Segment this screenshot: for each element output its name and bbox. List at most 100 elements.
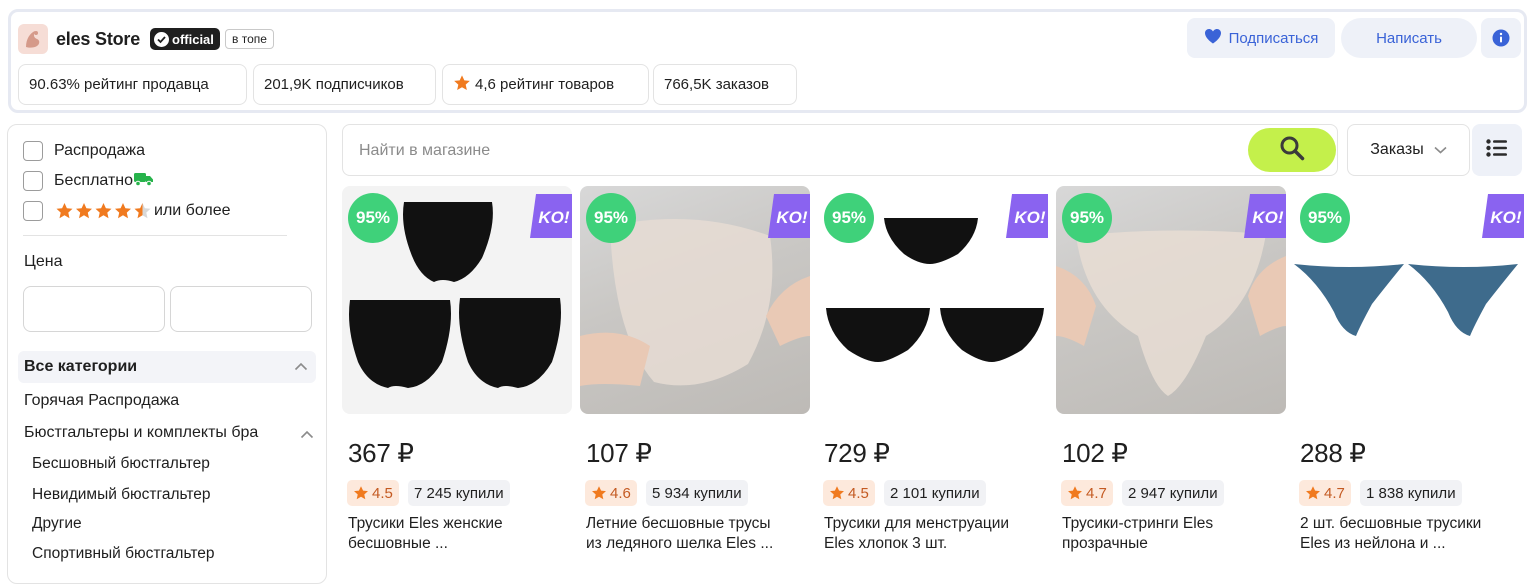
stat-seller-rating: 90.63% рейтинг продавца: [18, 64, 247, 105]
product-title-line: Трусики-стринги Eles: [1062, 515, 1214, 532]
product-card[interactable]: 95% KO! 367 ₽ 4.5 7 245 купили Трусики E…: [342, 186, 572, 566]
star-icon: [592, 486, 606, 500]
divider: [23, 235, 287, 236]
search-button[interactable]: [1248, 128, 1336, 172]
stat-text: 766,5K заказов: [664, 76, 770, 93]
heart-icon: [1204, 28, 1222, 48]
info-icon[interactable]: [1481, 18, 1521, 58]
promo-ko-text: KO!: [1014, 208, 1046, 227]
subscribe-label: Подписаться: [1228, 29, 1319, 47]
promo-ko-icon: KO!: [1006, 194, 1048, 238]
star-icon: [1306, 486, 1320, 500]
sort-dropdown[interactable]: Заказы: [1347, 124, 1470, 176]
product-title-line: из ледяного шелка Eles ...: [586, 535, 774, 552]
category-hot-sale[interactable]: Горячая Распродажа: [24, 392, 179, 410]
search-input[interactable]: Найти в магазине: [359, 142, 490, 160]
star-icon: [453, 74, 471, 96]
product-card[interactable]: 95% KO! 102 ₽ 4.7 2 947 купили Трусики-с…: [1056, 186, 1286, 566]
product-image[interactable]: 95% KO!: [342, 186, 572, 414]
filter-rating-label: или более: [154, 202, 231, 219]
store-name[interactable]: eles Store: [56, 29, 140, 50]
filter-rating[interactable]: или более: [23, 200, 231, 222]
bought-count: 2 101 купили: [884, 480, 986, 506]
product-image[interactable]: 95% KO!: [1056, 186, 1286, 414]
category-sports-bra[interactable]: Спортивный бюстгальтер: [32, 545, 215, 563]
promo-ko-icon: KO!: [768, 194, 810, 238]
filter-free-delivery[interactable]: Бесплатно: [23, 170, 155, 192]
product-title[interactable]: Трусики для менструации Eles хлопок 3 шт…: [824, 514, 1044, 554]
rating-value: 4.5: [372, 484, 393, 502]
rating-checkbox[interactable]: [23, 201, 43, 221]
product-title-line: Летние бесшовные трусы: [586, 515, 771, 532]
product-rating: 4.5: [347, 480, 399, 506]
all-categories-label: Все категории: [24, 358, 138, 375]
product-title-line: Трусики Eles женские: [348, 515, 503, 532]
stat-subscribers: 201,9K подписчиков: [253, 64, 436, 105]
product-title[interactable]: 2 шт. бесшовные трусики Eles из нейлона …: [1300, 514, 1520, 554]
product-card[interactable]: 95% KO! 288 ₽ 4.7 1 838 купили 2 шт. бес…: [1294, 186, 1524, 566]
category-seamless-bra[interactable]: Бесшовный бюстгальтер: [32, 455, 210, 473]
list-view-button[interactable]: [1472, 124, 1522, 176]
star-icon: [830, 486, 844, 500]
stat-product-rating: 4,6 рейтинг товаров: [442, 64, 649, 105]
write-button[interactable]: Написать: [1341, 18, 1477, 58]
product-title-line: бесшовные ...: [348, 535, 448, 552]
free-delivery-checkbox[interactable]: [23, 171, 43, 191]
product-card[interactable]: 95% KO! 107 ₽ 4.6 5 934 купили Летние бе…: [580, 186, 810, 566]
promo-ko-text: KO!: [538, 208, 570, 227]
store-logo[interactable]: [18, 24, 48, 54]
product-price: 288 ₽: [1300, 438, 1366, 468]
chevron-up-icon: [294, 358, 308, 376]
stat-text: 201,9K подписчиков: [264, 76, 404, 93]
check-icon: [154, 31, 169, 47]
bought-count: 7 245 купили: [408, 480, 510, 506]
truck-icon: [133, 171, 155, 192]
product-title[interactable]: Трусики Eles женские бесшовные ...: [348, 514, 568, 554]
promo-ko-icon: KO!: [1244, 194, 1286, 238]
promo-ko-text: KO!: [776, 208, 808, 227]
product-rating: 4.5: [823, 480, 875, 506]
promo-ko-text: KO!: [1252, 208, 1284, 227]
category-bras-label: Бюстгальтеры и комплекты бра: [24, 424, 259, 441]
promo-ko-text: KO!: [1490, 208, 1522, 227]
all-categories-toggle[interactable]: Все категории: [18, 351, 316, 383]
store-search-box[interactable]: Найти в магазине: [342, 124, 1338, 176]
price-from-input[interactable]: [23, 286, 165, 332]
promo-ko-icon: KO!: [530, 194, 572, 238]
product-image[interactable]: 95% KO!: [818, 186, 1048, 414]
top-badge: в топе: [225, 29, 274, 49]
product-title-line: Eles из нейлона и ...: [1300, 535, 1446, 552]
rating-value: 4.5: [848, 484, 869, 502]
category-bras[interactable]: Бюстгальтеры и комплекты бра: [24, 424, 314, 444]
product-image[interactable]: 95% KO!: [580, 186, 810, 414]
chevron-up-icon: [300, 426, 314, 444]
product-card[interactable]: 95% KO! 729 ₽ 4.5 2 101 купили Трусики д…: [818, 186, 1048, 566]
bought-count: 1 838 купили: [1360, 480, 1462, 506]
product-title[interactable]: Трусики-стринги Eles прозрачные: [1062, 514, 1282, 554]
category-invisible-bra[interactable]: Невидимый бюстгальтер: [32, 486, 211, 504]
star-icon: [1068, 486, 1082, 500]
discount-badge: 95%: [1062, 193, 1112, 243]
bought-count: 2 947 купили: [1122, 480, 1224, 506]
product-title-line: Трусики для менструации: [824, 515, 1010, 532]
product-rating: 4.7: [1299, 480, 1351, 506]
official-label: official: [172, 31, 214, 47]
price-to-input[interactable]: [170, 286, 312, 332]
sale-checkbox[interactable]: [23, 141, 43, 161]
product-image[interactable]: 95% KO!: [1294, 186, 1524, 414]
stat-text: 90.63% рейтинг продавца: [29, 76, 209, 93]
category-other[interactable]: Другие: [32, 515, 82, 533]
discount-badge: 95%: [348, 193, 398, 243]
product-title[interactable]: Летние бесшовные трусы из ледяного шелка…: [586, 514, 806, 554]
filter-sale[interactable]: Распродажа: [23, 140, 145, 162]
stat-orders: 766,5K заказов: [653, 64, 797, 105]
product-rating: 4.6: [585, 480, 637, 506]
rating-value: 4.7: [1086, 484, 1107, 502]
product-title-line: 2 шт. бесшовные трусики: [1300, 515, 1482, 532]
bought-count: 5 934 купили: [646, 480, 748, 506]
discount-badge: 95%: [824, 193, 874, 243]
filter-sidebar: Распродажа Бесплатно или более Цена Все …: [7, 124, 327, 584]
filter-sale-label: Распродажа: [54, 142, 145, 159]
subscribe-button[interactable]: Подписаться: [1187, 18, 1335, 58]
discount-badge: 95%: [1300, 193, 1350, 243]
